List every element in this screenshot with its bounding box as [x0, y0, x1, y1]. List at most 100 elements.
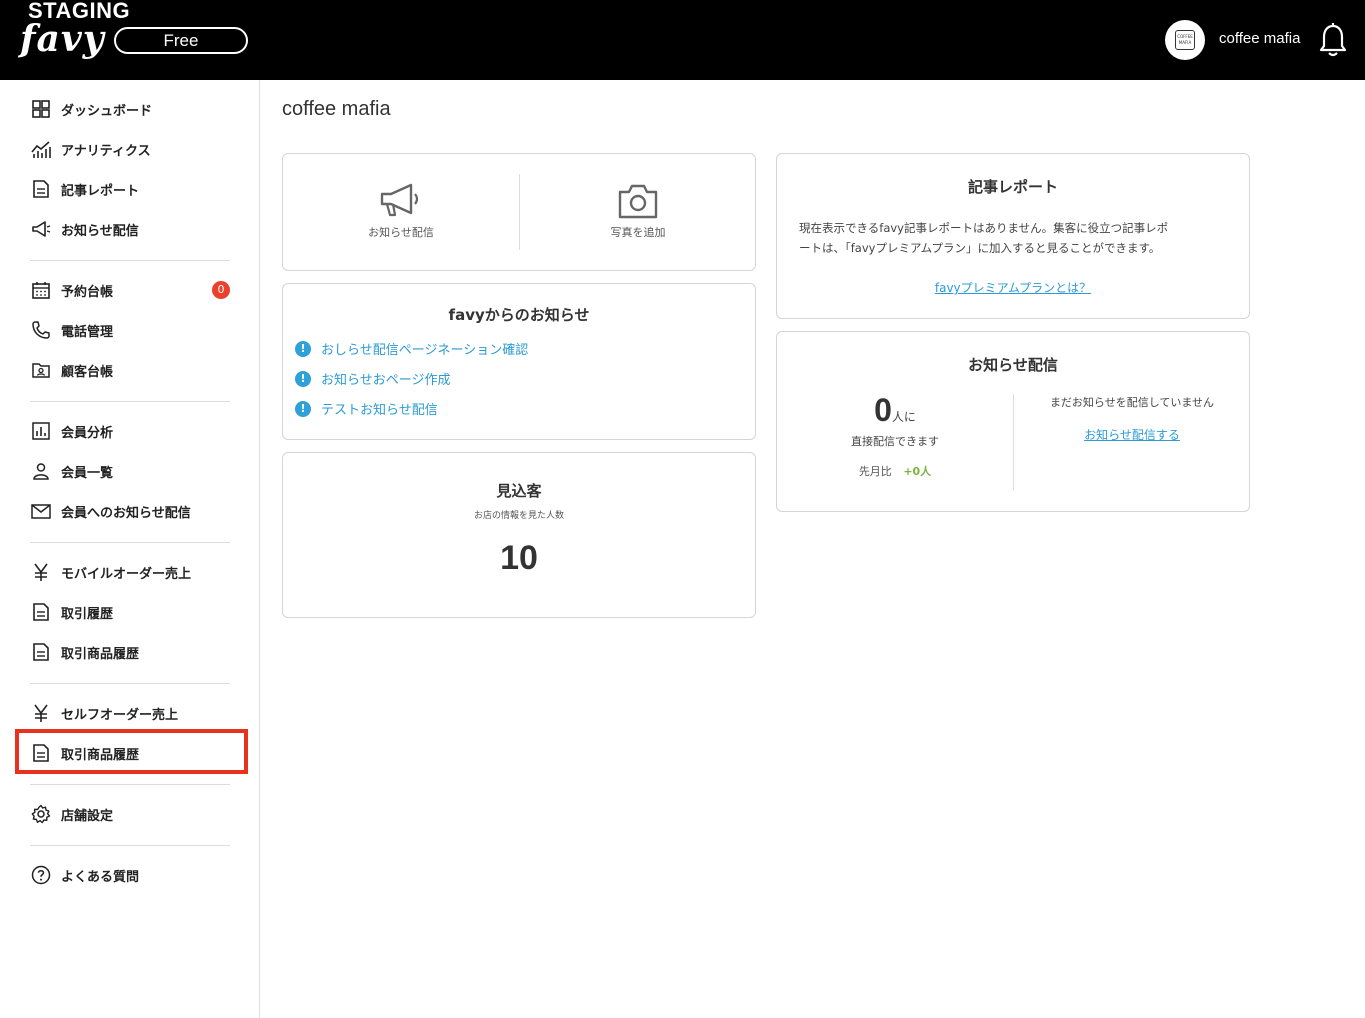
megaphone-icon	[380, 183, 419, 217]
phone-icon	[30, 319, 52, 341]
megaphone-icon	[30, 218, 52, 240]
top-bar: STAGING favy Free COFFEE MAFIA coffee ma…	[0, 0, 1365, 80]
mail-icon	[30, 500, 52, 522]
prospects-count: 10	[500, 539, 538, 577]
notice-action-label: お知らせ配信	[368, 226, 434, 239]
delivery-compare: 先月比 +0人	[777, 463, 1013, 479]
sidebar-divider	[30, 401, 230, 402]
sidebar-item-label: 取引商品履歴	[61, 646, 140, 662]
premium-plan-link[interactable]: favyプレミアムプランとは？	[935, 281, 1091, 295]
article-report-title: 記事レポート	[967, 178, 1058, 196]
sidebar-divider	[30, 260, 230, 261]
favy-logo[interactable]: favy	[20, 18, 105, 60]
notice-action-button[interactable]: お知らせ配信	[283, 154, 519, 270]
favy-notices-title: favyからのお知らせ	[448, 306, 590, 324]
notice-link-3[interactable]: ! テストお知らせ配信	[295, 399, 438, 418]
sidebar-item-label: 電話管理	[61, 324, 114, 340]
delivery-count-unit: 人に	[891, 410, 916, 424]
sidebar-item-label: 店舗設定	[61, 808, 114, 824]
delivery-cta-wrap: お知らせ配信する	[1014, 424, 1250, 443]
sidebar-item-member-analysis[interactable]: 会員分析	[30, 419, 113, 443]
delivery-count-block: 0人に	[777, 392, 1013, 429]
sidebar-item-store-settings[interactable]: 店舗設定	[30, 802, 113, 826]
article-report-line: 現在表示できるfavy記事レポートはありません。集客に役立つ記事レポ	[799, 221, 1169, 235]
sidebar-item-transaction-history[interactable]: 取引履歴	[30, 600, 113, 624]
yen-icon	[30, 702, 52, 724]
add-photo-label: 写真を追加	[610, 226, 666, 239]
notice-link-2[interactable]: ! お知らせおページ作成	[295, 369, 450, 388]
sidebar-divider	[30, 683, 230, 684]
delivery-count: 0	[874, 392, 892, 428]
sidebar-item-notice[interactable]: お知らせ配信	[30, 217, 139, 241]
plan-badge[interactable]: Free	[114, 27, 248, 54]
shop-avatar[interactable]: COFFEE MAFIA	[1165, 20, 1205, 60]
prospects-title: 見込客	[496, 482, 542, 500]
sidebar-item-label: 会員分析	[61, 425, 114, 441]
article-report-line: ートは、「favyプレミアムプラン」に加入すると見ることができます。	[799, 241, 1161, 255]
reservation-count-badge: 0	[212, 281, 230, 299]
grid-icon	[30, 98, 52, 120]
info-icon: !	[295, 370, 311, 387]
calendar-icon	[30, 279, 52, 301]
notice-delivery-card: お知らせ配信 0人に 直接配信できます 先月比 +0人 まだお知らせを配信してい…	[776, 331, 1250, 512]
sidebar-item-dashboard[interactable]: ダッシュボード	[30, 97, 152, 121]
yen-icon	[30, 561, 52, 583]
user-icon	[30, 460, 52, 482]
highlight-box	[15, 729, 248, 774]
sidebar-item-article-report[interactable]: 記事レポート	[30, 177, 139, 201]
sidebar-item-transaction-product-history[interactable]: 取引商品履歴	[30, 640, 139, 664]
send-notice-link[interactable]: お知らせ配信する	[1084, 428, 1180, 442]
sidebar-item-member-list[interactable]: 会員一覧	[30, 459, 113, 483]
notice-link-1[interactable]: ! おしらせ配信ページネーション確認	[295, 339, 528, 358]
article-report-body: 現在表示できるfavy記事レポートはありません。集客に役立つ記事レポ ートは、「…	[799, 218, 1168, 258]
page-title: coffee mafia	[282, 98, 391, 120]
sidebar-item-label: モバイルオーダー売上	[61, 566, 192, 582]
premium-link-wrap: favyプレミアムプランとは？	[777, 277, 1249, 296]
sidebar-item-label: お知らせ配信	[61, 223, 139, 239]
sidebar-item-label: 会員一覧	[61, 465, 114, 481]
notice-link-text: おしらせ配信ページネーション確認	[321, 343, 529, 358]
sidebar-divider	[30, 845, 230, 846]
sidebar-item-label: 予約台帳	[61, 284, 114, 300]
sidebar-item-customers[interactable]: 顧客台帳	[30, 358, 113, 382]
sidebar-item-label: 記事レポート	[61, 183, 140, 199]
avatar-logo-text: COFFEE MAFIA	[1175, 30, 1195, 50]
document-icon	[30, 178, 52, 200]
sidebar-item-member-notice[interactable]: 会員へのお知らせ配信	[30, 499, 191, 523]
sidebar-item-label: 会員へのお知らせ配信	[61, 505, 191, 521]
sidebar-item-label: 取引履歴	[61, 606, 114, 622]
compare-value: +0人	[903, 465, 932, 478]
bell-icon[interactable]	[1318, 22, 1348, 58]
sidebar-item-mobile-order-sales[interactable]: モバイルオーダー売上	[30, 560, 191, 584]
contact-folder-icon	[30, 359, 52, 381]
notice-delivery-title: お知らせ配信	[968, 356, 1058, 374]
sidebar-item-label: アナリティクス	[61, 143, 151, 159]
sidebar-item-phone[interactable]: 電話管理	[30, 318, 113, 342]
notice-link-text: テストお知らせ配信	[321, 403, 438, 418]
add-photo-button[interactable]: 写真を追加	[520, 154, 756, 270]
sidebar-item-label: セルフオーダー売上	[61, 707, 179, 723]
quick-actions-card: お知らせ配信 写真を追加	[282, 153, 756, 271]
prospects-subtitle: お店の情報を見た人数	[473, 511, 564, 521]
sidebar-divider	[30, 784, 230, 785]
sidebar-item-label: ダッシュボード	[61, 103, 153, 119]
article-report-card: 記事レポート 現在表示できるfavy記事レポートはありません。集客に役立つ記事レ…	[776, 153, 1250, 319]
sidebar-item-self-order-sales[interactable]: セルフオーダー売上	[30, 701, 178, 725]
info-icon: !	[295, 340, 311, 357]
info-icon: !	[295, 400, 311, 417]
document-icon	[30, 601, 52, 623]
shop-name[interactable]: coffee mafia	[1219, 30, 1300, 47]
favy-notices-card: favyからのお知らせ ! おしらせ配信ページネーション確認 ! お知らせおペー…	[282, 283, 756, 440]
sidebar-item-reservation[interactable]: 予約台帳	[30, 278, 113, 302]
sidebar-item-label: よくある質問	[61, 869, 140, 885]
camera-icon	[618, 184, 658, 219]
sidebar-item-analytics[interactable]: アナリティクス	[30, 137, 151, 161]
bar-chart-icon	[30, 420, 52, 442]
prospects-card: 見込客 お店の情報を見た人数 10	[282, 452, 756, 618]
sidebar-divider	[30, 542, 230, 543]
compare-label: 先月比	[858, 465, 892, 478]
chart-line-icon	[30, 138, 52, 160]
sidebar-item-faq[interactable]: よくある質問	[30, 863, 139, 887]
notice-link-text: お知らせおページ作成	[321, 373, 451, 388]
gear-icon	[30, 803, 52, 825]
